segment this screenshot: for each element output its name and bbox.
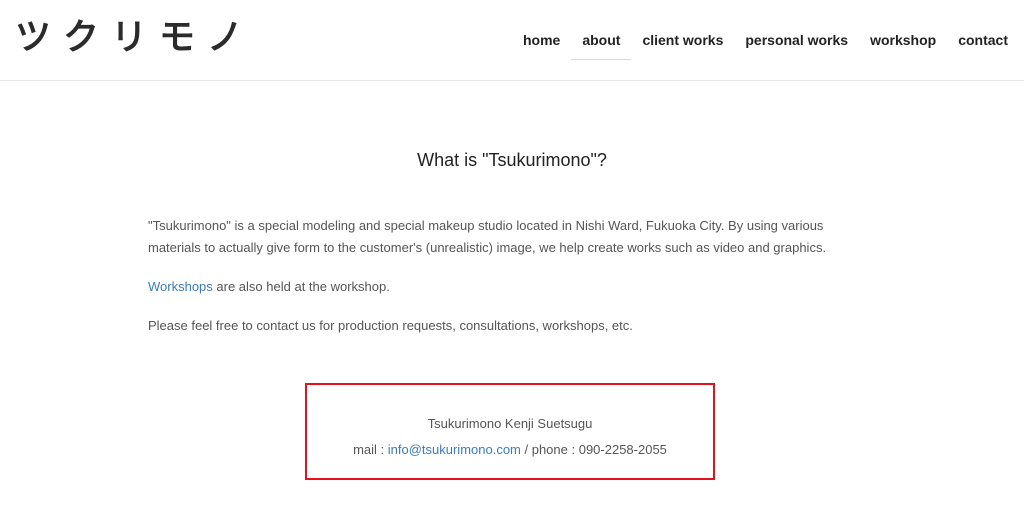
site-logo[interactable]: ツクリモノ xyxy=(15,18,255,58)
phone-label: / phone : xyxy=(520,442,579,457)
nav-personal-works[interactable]: personal works xyxy=(734,2,859,79)
nav-about[interactable]: about xyxy=(571,2,632,79)
workshop-paragraph-text: are also held at the workshop. xyxy=(212,279,390,294)
nav-workshop[interactable]: workshop xyxy=(859,2,947,79)
about-content: "Tsukurimono" is a special modeling and … xyxy=(148,215,848,354)
email-link[interactable]: info@tsukurimono.com xyxy=(388,442,521,457)
main-nav: home about client works personal works w… xyxy=(512,0,1019,80)
mail-label: mail : xyxy=(353,442,388,457)
contact-details: mail : info@tsukurimono.com / phone : 09… xyxy=(307,440,713,460)
contact-info-box: Tsukurimono Kenji Suetsugu mail : info@t… xyxy=(305,383,715,480)
contact-name: Tsukurimono Kenji Suetsugu xyxy=(427,416,593,431)
page-title: What is "Tsukurimono"? xyxy=(417,150,607,170)
contact-paragraph: Please feel free to contact us for produ… xyxy=(148,318,633,333)
workshop-paragraph: Workshops are also held at the workshop. xyxy=(148,276,848,298)
workshops-link[interactable]: Workshops xyxy=(148,279,213,294)
phone-number: 090-2258-2055 xyxy=(578,442,667,457)
intro-paragraph: "Tsukurimono" is a special modeling and … xyxy=(148,218,827,255)
nav-home[interactable]: home xyxy=(512,2,571,79)
nav-contact[interactable]: contact xyxy=(947,2,1019,79)
nav-client-works[interactable]: client works xyxy=(631,2,734,79)
site-header: ツクリモノ home about client works personal w… xyxy=(0,0,1024,81)
